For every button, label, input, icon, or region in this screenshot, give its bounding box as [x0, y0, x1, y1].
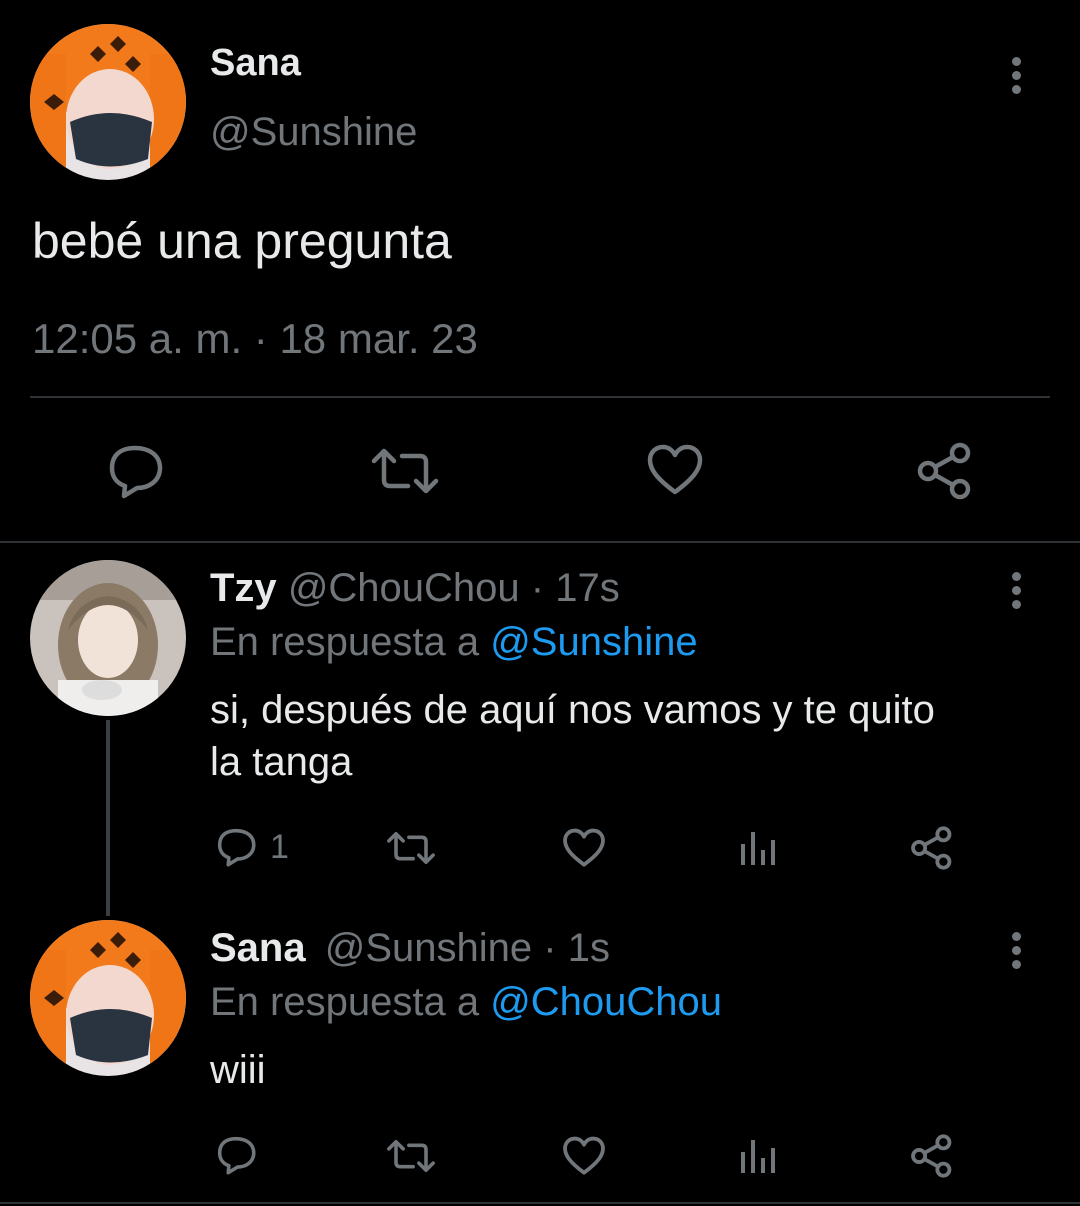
display-name[interactable]: Tzy	[210, 566, 277, 610]
like-icon[interactable]	[646, 444, 704, 496]
retweet-icon[interactable]	[370, 446, 440, 496]
retweet-icon[interactable]	[386, 1138, 436, 1174]
handle[interactable]: @Sunshine	[210, 110, 417, 155]
share-icon[interactable]	[910, 1134, 954, 1178]
in-reply-to-link[interactable]: @Sunshine	[490, 620, 697, 664]
tweet-timestamp[interactable]: 12:05 a. m. · 18 mar. 23	[32, 315, 478, 363]
in-reply-to-link[interactable]: @ChouChou	[490, 980, 722, 1024]
analytics-icon[interactable]	[740, 828, 776, 866]
bottom-divider	[0, 1202, 1080, 1204]
share-icon[interactable]	[910, 826, 954, 870]
reply-text-line: si, después de aquí nos vamos y te quito	[210, 688, 935, 732]
reply-header: Sana @Sunshine · 1s	[210, 926, 610, 971]
in-reply-to-line: En respuesta a @ChouChou	[210, 980, 722, 1025]
thread-connector-line	[106, 720, 110, 916]
tweet-text: bebé una pregunta	[32, 213, 452, 269]
avatar-sana[interactable]	[30, 920, 186, 1076]
reply-count: 1	[270, 828, 289, 866]
reply-text-line: la tanga	[210, 740, 353, 784]
analytics-icon[interactable]	[740, 1136, 776, 1174]
in-reply-prefix: En respuesta a	[210, 620, 480, 664]
section-divider	[0, 541, 1080, 543]
avatar-tzy[interactable]	[30, 560, 186, 716]
reply-icon[interactable]	[214, 1134, 258, 1176]
reply-text-line: wiii	[210, 1048, 266, 1092]
display-name[interactable]: Sana	[210, 42, 301, 85]
handle[interactable]: @Sunshine	[325, 926, 532, 970]
in-reply-to-line: En respuesta a @Sunshine	[210, 620, 698, 665]
reply-time[interactable]: · 17s	[531, 566, 620, 610]
in-reply-prefix: En respuesta a	[210, 980, 480, 1024]
more-options-icon[interactable]	[1010, 572, 1022, 612]
avatar-sana[interactable]	[30, 24, 186, 180]
like-icon[interactable]	[562, 1136, 606, 1176]
more-options-icon[interactable]	[1010, 932, 1022, 972]
reply-icon[interactable]	[104, 442, 166, 500]
like-icon[interactable]	[562, 828, 606, 868]
reply-icon[interactable]	[214, 826, 258, 868]
more-options-icon[interactable]	[1010, 57, 1022, 97]
share-icon[interactable]	[916, 442, 974, 500]
reply-time[interactable]: · 1s	[543, 926, 610, 970]
handle[interactable]: @ChouChou	[288, 566, 520, 610]
divider	[30, 396, 1050, 398]
display-name[interactable]: Sana	[210, 926, 306, 970]
reply-header: Tzy @ChouChou · 17s	[210, 566, 620, 611]
retweet-icon[interactable]	[386, 830, 436, 866]
